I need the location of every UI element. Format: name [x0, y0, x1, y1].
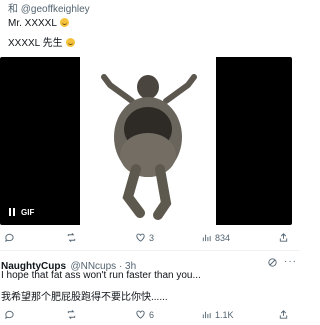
gif-label: GIF [21, 208, 35, 217]
laughing-face-emoji-icon [59, 18, 69, 27]
views-button[interactable]: 834 [201, 232, 230, 243]
tweet-text: I hope that fat ass won't run faster tha… [1, 270, 201, 281]
tweet-text: Mr. XXXXL [8, 18, 57, 29]
tweet-text-line-1: Mr. XXXXL [8, 18, 69, 29]
tweet1-action-bar: 3 834 [0, 232, 300, 248]
reply-icon [5, 310, 14, 320]
view-count: 1.1K [215, 309, 234, 320]
gif-media[interactable]: GIF [0, 57, 292, 225]
share-icon [279, 310, 288, 319]
share-button[interactable] [278, 232, 289, 243]
views-chart-icon [202, 234, 211, 242]
tweet2-action-bar: 6 1.1K [0, 309, 300, 325]
views-chart-icon [202, 311, 211, 319]
retweet-icon [67, 310, 76, 319]
reply-button[interactable] [4, 232, 15, 243]
retweet-button[interactable] [66, 309, 77, 320]
more-options-button[interactable]: ··· [284, 256, 297, 267]
view-count: 834 [215, 232, 231, 243]
grok-button[interactable] [267, 255, 278, 273]
tweet-divider [0, 250, 300, 251]
like-count: 6 [149, 309, 155, 320]
heart-icon [136, 233, 145, 242]
replying-to: 和 @geoffkeighley [8, 4, 90, 15]
share-icon [279, 233, 288, 242]
share-button[interactable] [278, 309, 289, 320]
like-count: 3 [149, 232, 155, 243]
reply-icon [5, 233, 14, 243]
retweet-icon [67, 233, 76, 242]
dancing-figure-image [101, 74, 197, 220]
grok-icon [268, 258, 277, 267]
tweet-text-line-2: XXXXL 先生 [8, 34, 75, 49]
heart-icon [136, 310, 145, 319]
gif-video-frame[interactable] [80, 57, 216, 225]
like-button[interactable]: 3 [135, 232, 154, 243]
reply-button[interactable] [4, 309, 15, 320]
pause-icon[interactable] [9, 208, 16, 216]
laughing-face-emoji-icon [65, 38, 75, 47]
views-button[interactable]: 1.1K [201, 309, 234, 320]
tweet-text: XXXXL 先生 [8, 38, 63, 49]
tweet-text-translation: 我希望那个肥屁股跑得不要比你快...... [1, 292, 168, 303]
like-button[interactable]: 6 [135, 309, 154, 320]
gif-controls[interactable]: GIF [9, 208, 34, 217]
retweet-button[interactable] [66, 232, 77, 243]
